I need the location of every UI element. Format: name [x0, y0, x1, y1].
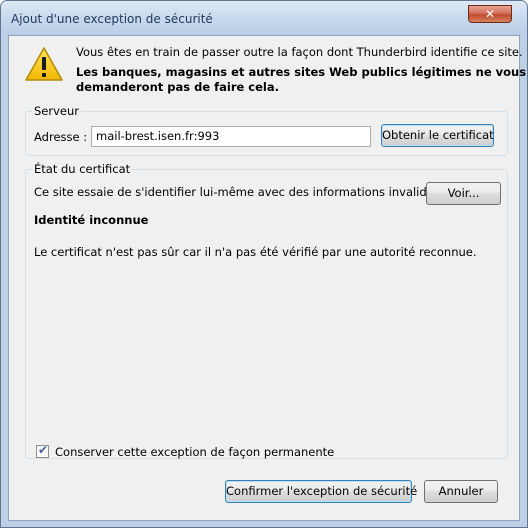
identity-title: Identité inconnue: [34, 213, 149, 227]
permanent-exception-label[interactable]: Conserver cette exception de façon perma…: [55, 445, 334, 459]
fetch-certificate-button[interactable]: Obtenir le certificat: [381, 124, 494, 147]
close-icon: ✕: [484, 7, 496, 21]
view-certificate-button[interactable]: Voir...: [426, 182, 501, 205]
window-title: Ajout d'une exception de sécurité: [11, 12, 213, 26]
checkmark-icon: ✔: [38, 443, 49, 457]
certificate-group-label: État du certificat: [32, 162, 133, 176]
close-button[interactable]: ✕: [468, 5, 512, 23]
server-group: Serveur Adresse : mail-brest.isen.fr:993…: [25, 104, 508, 156]
dialog-window: Ajout d'une exception de sécurité ✕ Vous…: [0, 0, 528, 528]
certificate-status-group: État du certificat Ce site essaie de s'i…: [25, 162, 508, 459]
intro-bold-text-2: demanderont pas de faire cela.: [76, 80, 279, 94]
intro-warning-text: Vous êtes en train de passer outre la fa…: [76, 45, 523, 59]
permanent-exception-checkbox[interactable]: ✔: [36, 443, 49, 458]
certificate-status-text: Ce site essaie de s'identifier lui-même …: [34, 185, 444, 199]
cancel-button[interactable]: Annuler: [424, 480, 498, 503]
title-bar[interactable]: Ajout d'une exception de sécurité ✕: [1, 1, 527, 35]
warning-triangle-icon: [25, 47, 63, 81]
address-label: Adresse :: [34, 130, 88, 144]
confirm-exception-button[interactable]: Confirmer l'exception de sécurité: [225, 480, 417, 503]
server-group-label: Serveur: [32, 104, 82, 118]
address-input[interactable]: mail-brest.isen.fr:993: [91, 126, 371, 147]
certificate-detail-text: Le certificat n'est pas sûr car il n'a p…: [34, 245, 477, 259]
intro-text: Vous êtes en train de passer outre la fa…: [76, 45, 527, 95]
dialog-content: Vous êtes en train de passer outre la fa…: [8, 35, 527, 521]
intro-bold-text-1: Les banques, magasins et autres sites We…: [76, 65, 527, 79]
